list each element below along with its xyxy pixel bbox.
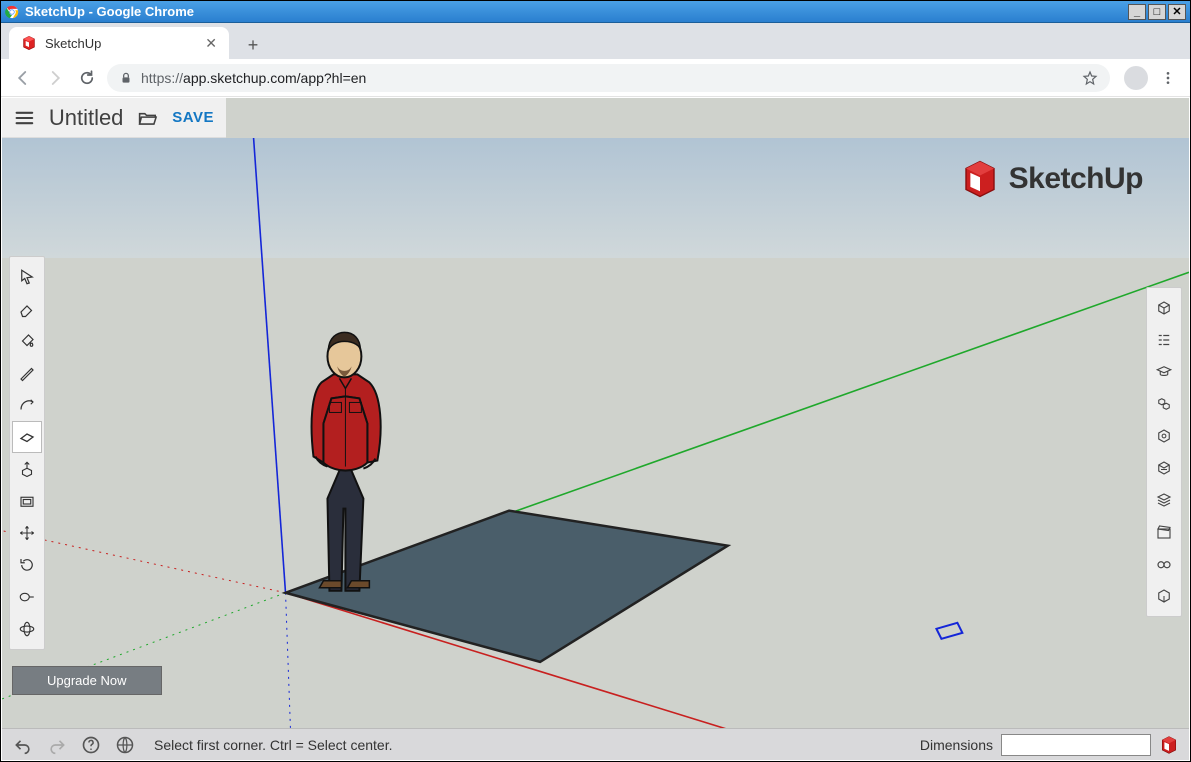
scenes-panel[interactable] (1149, 516, 1179, 548)
open-folder-button[interactable] (137, 107, 158, 129)
close-button[interactable]: ✕ (1168, 4, 1186, 20)
scene-canvas[interactable] (2, 138, 1189, 728)
eraser-icon (18, 300, 36, 318)
os-window-title: SketchUp - Google Chrome (25, 4, 194, 19)
language-button[interactable] (114, 734, 136, 756)
status-bar: Select first corner. Ctrl = Select cente… (2, 728, 1189, 760)
forward-button[interactable] (43, 66, 67, 90)
os-titlebar: SketchUp - Google Chrome _ □ ✕ (1, 1, 1190, 23)
pencil-icon (18, 364, 36, 382)
offset-tool[interactable] (12, 485, 42, 517)
upgrade-now-button[interactable]: Upgrade Now (12, 666, 162, 695)
styles-icon (1155, 459, 1173, 477)
reload-icon (78, 69, 96, 87)
left-toolbar (9, 256, 45, 650)
right-panel-bar (1146, 287, 1182, 617)
rectangle-tool[interactable] (12, 421, 42, 453)
materials-panel[interactable] (1149, 420, 1179, 452)
undo-icon (13, 735, 33, 755)
undo-button[interactable] (12, 734, 34, 756)
select-tool[interactable] (12, 261, 42, 293)
glasses-icon (1155, 555, 1173, 573)
arc-tool[interactable] (12, 389, 42, 421)
redo-button[interactable] (46, 734, 68, 756)
sketchup-favicon-icon (21, 35, 37, 51)
document-title: Untitled (49, 105, 124, 131)
menu-button[interactable] (14, 107, 35, 129)
cube-info-icon (1155, 299, 1173, 317)
reload-button[interactable] (75, 66, 99, 90)
orbit-icon (18, 620, 36, 638)
save-button[interactable]: SAVE (172, 109, 214, 126)
arc-icon (18, 396, 36, 414)
help-icon (81, 735, 101, 755)
materials-icon (1155, 427, 1173, 445)
browser-tab-strip: SketchUp ✕ + (1, 23, 1190, 59)
scale-figure-person[interactable] (312, 332, 381, 590)
layers-icon (1155, 491, 1173, 509)
3d-warehouse-panel[interactable] (1149, 580, 1179, 612)
instructor-panel[interactable] (1149, 356, 1179, 388)
status-hint: Select first corner. Ctrl = Select cente… (154, 737, 393, 753)
rectangle-cursor-icon (936, 623, 962, 639)
app-header: Untitled SAVE (2, 98, 226, 138)
arrow-right-icon (46, 69, 64, 87)
browser-tab-title: SketchUp (45, 36, 101, 51)
layers-panel[interactable] (1149, 484, 1179, 516)
clapper-icon (1155, 523, 1173, 541)
outliner-panel[interactable] (1149, 324, 1179, 356)
eraser-tool[interactable] (12, 293, 42, 325)
push-pull-icon (18, 460, 36, 478)
tape-icon (18, 588, 36, 606)
browser-tab[interactable]: SketchUp ✕ (9, 27, 229, 59)
redo-icon (47, 735, 67, 755)
sketchup-statusbar-icon[interactable] (1159, 735, 1179, 755)
profile-avatar[interactable] (1124, 66, 1148, 90)
rotate-tool[interactable] (12, 549, 42, 581)
move-icon (18, 524, 36, 542)
globe-icon (115, 735, 135, 755)
components-panel[interactable] (1149, 388, 1179, 420)
help-button[interactable] (80, 734, 102, 756)
dimensions-input[interactable] (1001, 734, 1151, 756)
browser-toolbar: https://app.sketchup.com/app?hl=en (1, 59, 1190, 97)
back-button[interactable] (11, 66, 35, 90)
line-tool[interactable] (12, 357, 42, 389)
dimensions-label: Dimensions (920, 737, 993, 753)
app-viewport[interactable]: Untitled SAVE SketchUp (2, 98, 1189, 728)
minimize-button[interactable]: _ (1128, 4, 1146, 20)
paint-icon (18, 332, 36, 350)
chrome-icon (5, 5, 19, 19)
bookmark-star-icon[interactable] (1082, 70, 1098, 86)
paint-bucket-tool[interactable] (12, 325, 42, 357)
rotate-icon (18, 556, 36, 574)
new-tab-button[interactable]: + (239, 31, 267, 59)
address-bar[interactable]: https://app.sketchup.com/app?hl=en (107, 64, 1110, 92)
graduation-icon (1155, 363, 1173, 381)
styles-panel[interactable] (1149, 452, 1179, 484)
orbit-tool[interactable] (12, 613, 42, 645)
kebab-icon (1160, 70, 1176, 86)
window-controls: _ □ ✕ (1126, 4, 1186, 20)
offset-icon (18, 492, 36, 510)
tab-close-icon[interactable]: ✕ (205, 35, 217, 52)
cursor-icon (18, 268, 36, 286)
browser-menu-button[interactable] (1156, 66, 1180, 90)
components-icon (1155, 395, 1173, 413)
display-panel[interactable] (1149, 548, 1179, 580)
move-tool[interactable] (12, 517, 42, 549)
tape-measure-tool[interactable] (12, 581, 42, 613)
outliner-icon (1155, 331, 1173, 349)
push-pull-tool[interactable] (12, 453, 42, 485)
url-text: https://app.sketchup.com/app?hl=en (141, 70, 366, 86)
arrow-left-icon (14, 69, 32, 87)
lock-icon (119, 71, 133, 85)
rectangle-icon (18, 428, 36, 446)
entity-info-panel[interactable] (1149, 292, 1179, 324)
maximize-button[interactable]: □ (1148, 4, 1166, 20)
warehouse-icon (1155, 587, 1173, 605)
window-root: SketchUp - Google Chrome _ □ ✕ SketchUp … (0, 0, 1191, 762)
